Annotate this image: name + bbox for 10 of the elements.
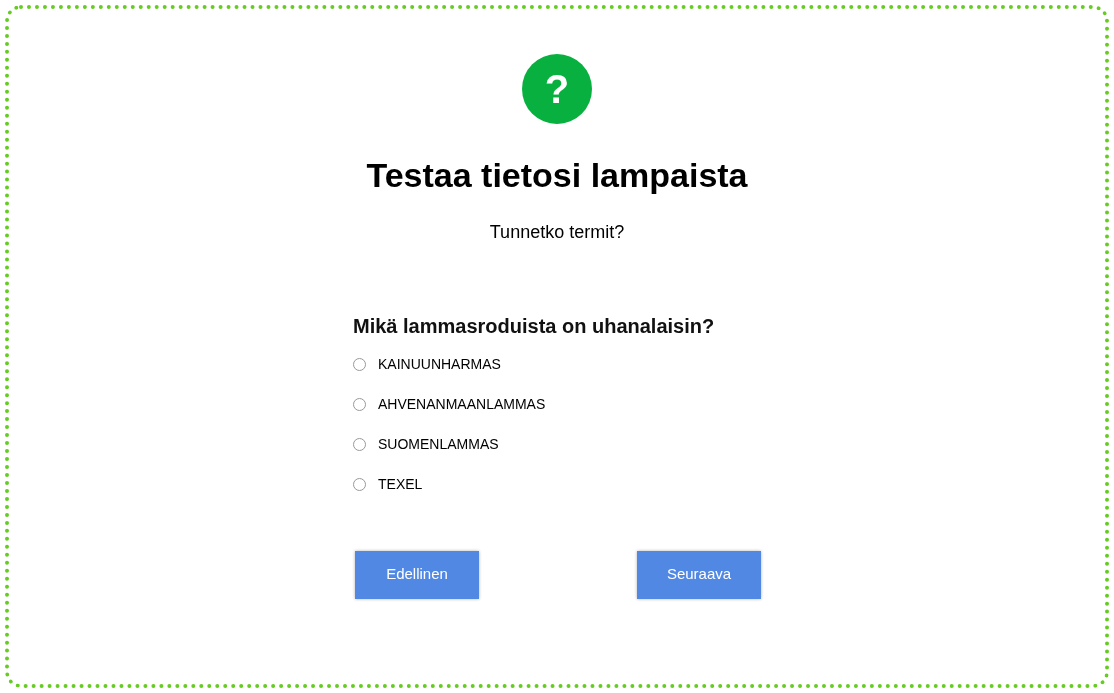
question-icon: ? [522, 54, 592, 124]
quiz-subtitle: Tunnetko termit? [489, 220, 625, 244]
option-label: TEXEL [378, 475, 423, 494]
previous-button[interactable]: Edellinen [355, 550, 479, 599]
option-label: AHVENANMAANLAMMAS [378, 395, 546, 414]
question-text: Mikä lammasroduista on uhanalaisin? [353, 313, 716, 339]
option-label: SUOMENLAMMAS [378, 435, 499, 454]
quiz-title: Testaa tietosi lampaista [366, 155, 748, 196]
next-button[interactable]: Seuraava [637, 550, 761, 599]
option-label: KAINUUNHARMAS [378, 355, 501, 374]
